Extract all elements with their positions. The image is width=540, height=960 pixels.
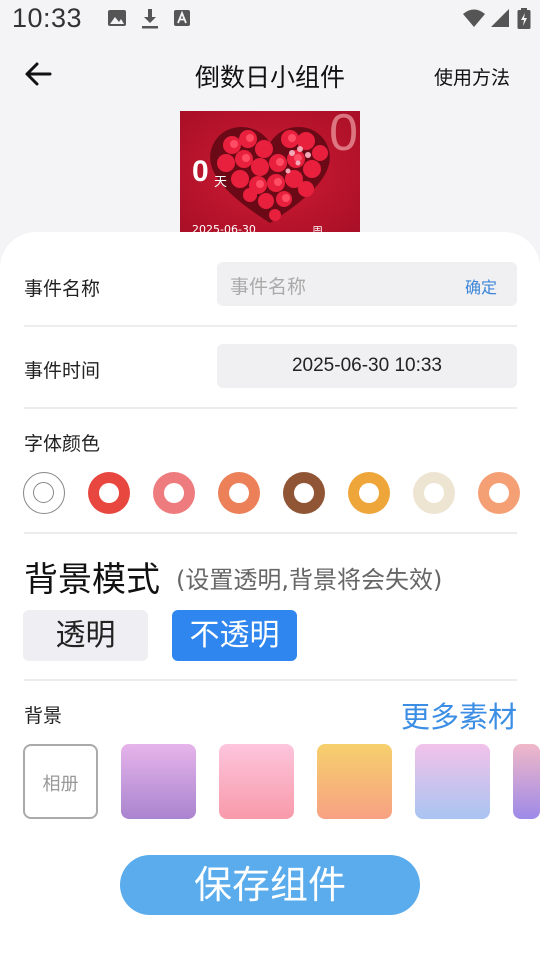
font-color-option[interactable] [23, 472, 65, 514]
background-swatch[interactable] [121, 744, 196, 819]
font-color-option[interactable] [88, 472, 130, 514]
background-label: 背景 [24, 705, 63, 727]
event-name-label: 事件名称 [24, 278, 101, 300]
download-icon [142, 9, 158, 29]
font-color-option[interactable] [413, 472, 455, 514]
album-button[interactable]: 相册 [23, 744, 98, 819]
event-time-value: 2025-06-30 10:33 [291, 355, 442, 376]
divider [24, 407, 517, 409]
divider [24, 325, 517, 327]
album-label: 相册 [42, 774, 79, 795]
preview-day-unit: 天 [214, 175, 228, 190]
background-swatch[interactable] [317, 744, 392, 819]
app-bar: 倒数日小组件 使用方法 [0, 38, 540, 110]
event-time-label: 事件时间 [24, 360, 101, 382]
confirm-button[interactable]: 确定 [465, 274, 497, 298]
signal-icon [491, 9, 509, 27]
background-mode-hint: (设置透明,背景将会失效) [176, 566, 443, 594]
font-color-option[interactable] [348, 472, 390, 514]
background-swatch[interactable] [219, 744, 294, 819]
font-color-option[interactable] [153, 472, 195, 514]
event-time-picker[interactable]: 2025-06-30 10:33 [217, 344, 517, 388]
image-notification-icon [108, 10, 126, 26]
font-color-option[interactable] [218, 472, 260, 514]
save-widget-button[interactable]: 保存组件 [120, 855, 420, 915]
transparent-option[interactable]: 透明 [23, 610, 148, 661]
divider [24, 679, 517, 681]
background-mode-title: 背景模式 [24, 560, 160, 600]
more-materials-link[interactable]: 更多素材 [401, 694, 517, 736]
preview-big-number: 0 [329, 111, 358, 162]
font-color-option[interactable] [478, 472, 520, 514]
background-swatch[interactable] [513, 744, 540, 819]
opaque-option[interactable]: 不透明 [172, 610, 297, 661]
widget-preview: 0 0 天 2025-06-30 周 [180, 111, 360, 233]
font-color-option[interactable] [283, 472, 325, 514]
font-icon [174, 10, 190, 26]
status-bar: 10:33 [0, 0, 540, 38]
wifi-icon [463, 9, 485, 27]
divider [24, 532, 517, 534]
battery-icon [517, 8, 531, 29]
font-color-label: 字体颜色 [24, 433, 101, 455]
background-swatch[interactable] [415, 744, 490, 819]
event-name-input[interactable]: 事件名称 确定 [217, 262, 517, 306]
preview-day-count: 0 [192, 155, 209, 188]
event-name-placeholder: 事件名称 [230, 276, 307, 298]
usage-link[interactable]: 使用方法 [434, 63, 510, 90]
status-time: 10:33 [12, 3, 83, 33]
